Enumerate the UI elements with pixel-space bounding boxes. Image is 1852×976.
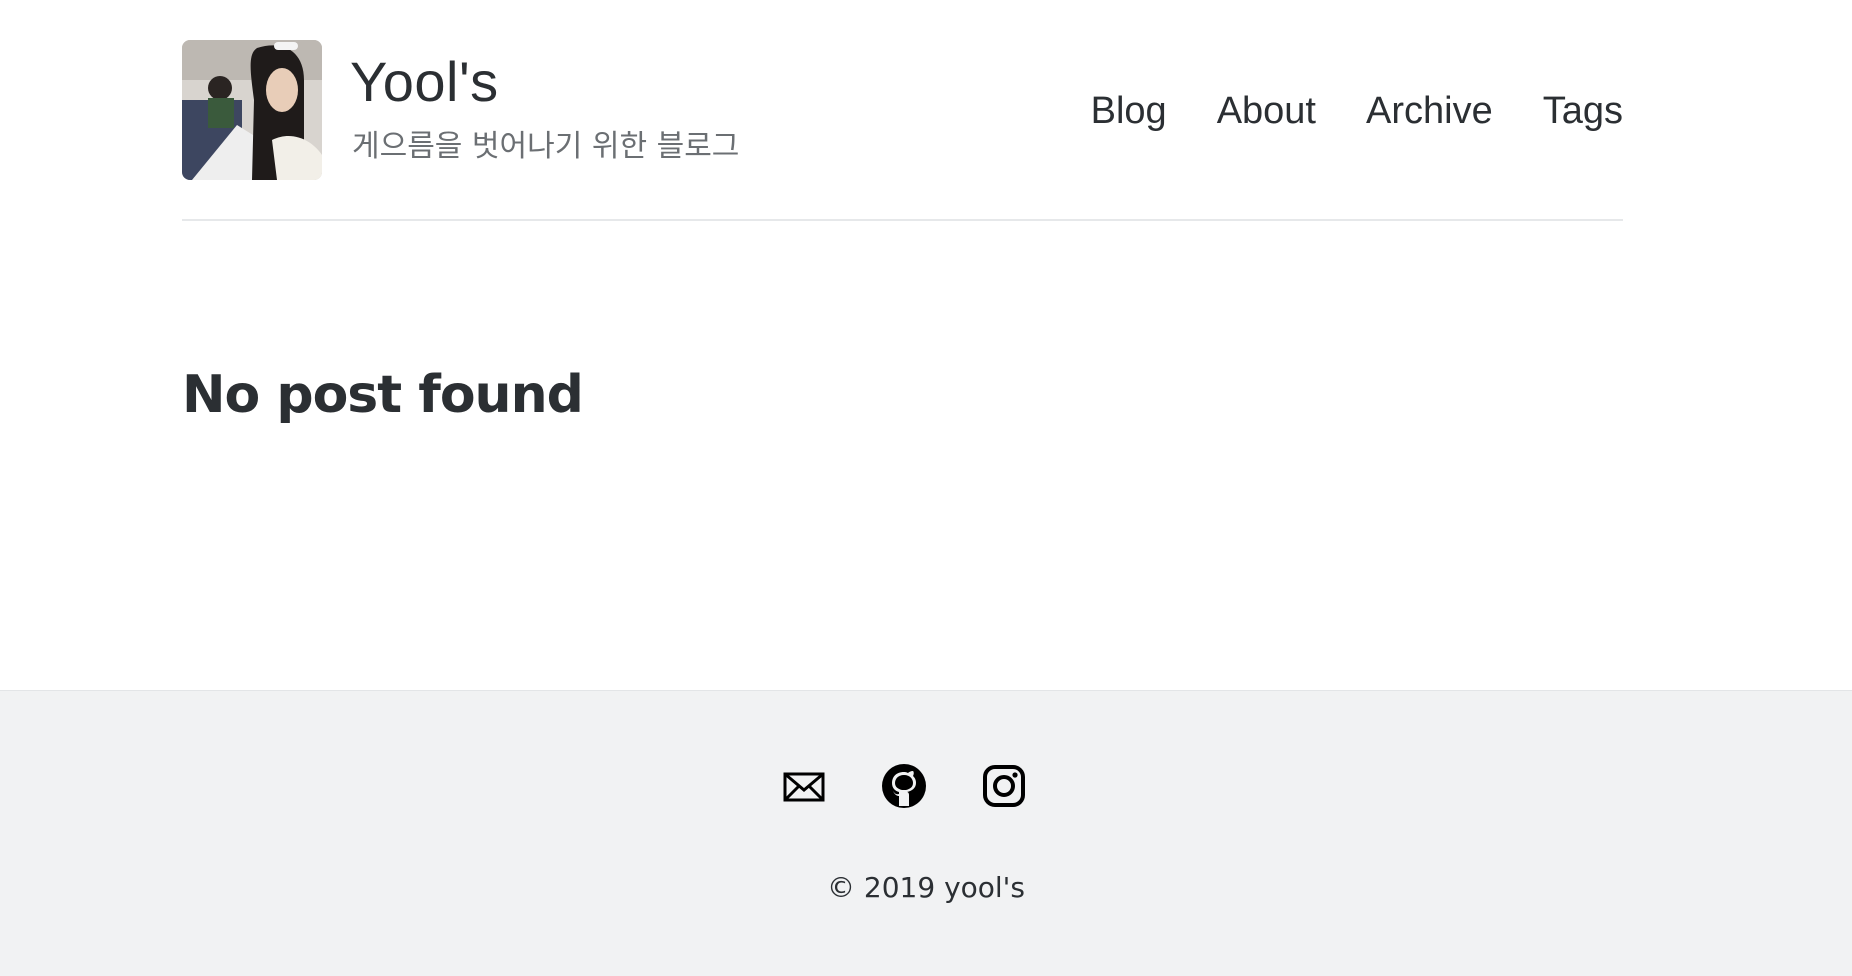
mail-link[interactable] (780, 762, 828, 810)
instagram-link[interactable] (980, 762, 1028, 810)
copyright-text: © 2019 yool's (827, 871, 1025, 904)
nav-archive[interactable]: Archive (1366, 92, 1493, 130)
social-links (780, 761, 1028, 811)
mail-icon (783, 772, 825, 802)
page-heading: No post found (182, 364, 584, 425)
site-tagline: 게으름을 벗어나기 위한 블로그 (352, 129, 740, 164)
main-nav: Blog About Archive Tags (1091, 92, 1623, 130)
avatar-photo (182, 40, 322, 180)
nav-blog[interactable]: Blog (1091, 92, 1167, 130)
nav-about[interactable]: About (1217, 92, 1316, 130)
nav-tags[interactable]: Tags (1543, 92, 1623, 130)
site-title[interactable]: Yool's (350, 54, 499, 110)
github-icon (882, 764, 926, 808)
page: Yool's 게으름을 벗어나기 위한 블로그 Blog About Archi… (0, 0, 1852, 976)
instagram-icon (983, 765, 1025, 807)
github-link[interactable] (880, 762, 928, 810)
site-footer: © 2019 yool's (0, 690, 1852, 976)
site-header: Yool's 게으름을 벗어나기 위한 블로그 Blog About Archi… (182, 40, 1623, 180)
header-divider (182, 219, 1623, 221)
avatar[interactable] (182, 40, 322, 180)
